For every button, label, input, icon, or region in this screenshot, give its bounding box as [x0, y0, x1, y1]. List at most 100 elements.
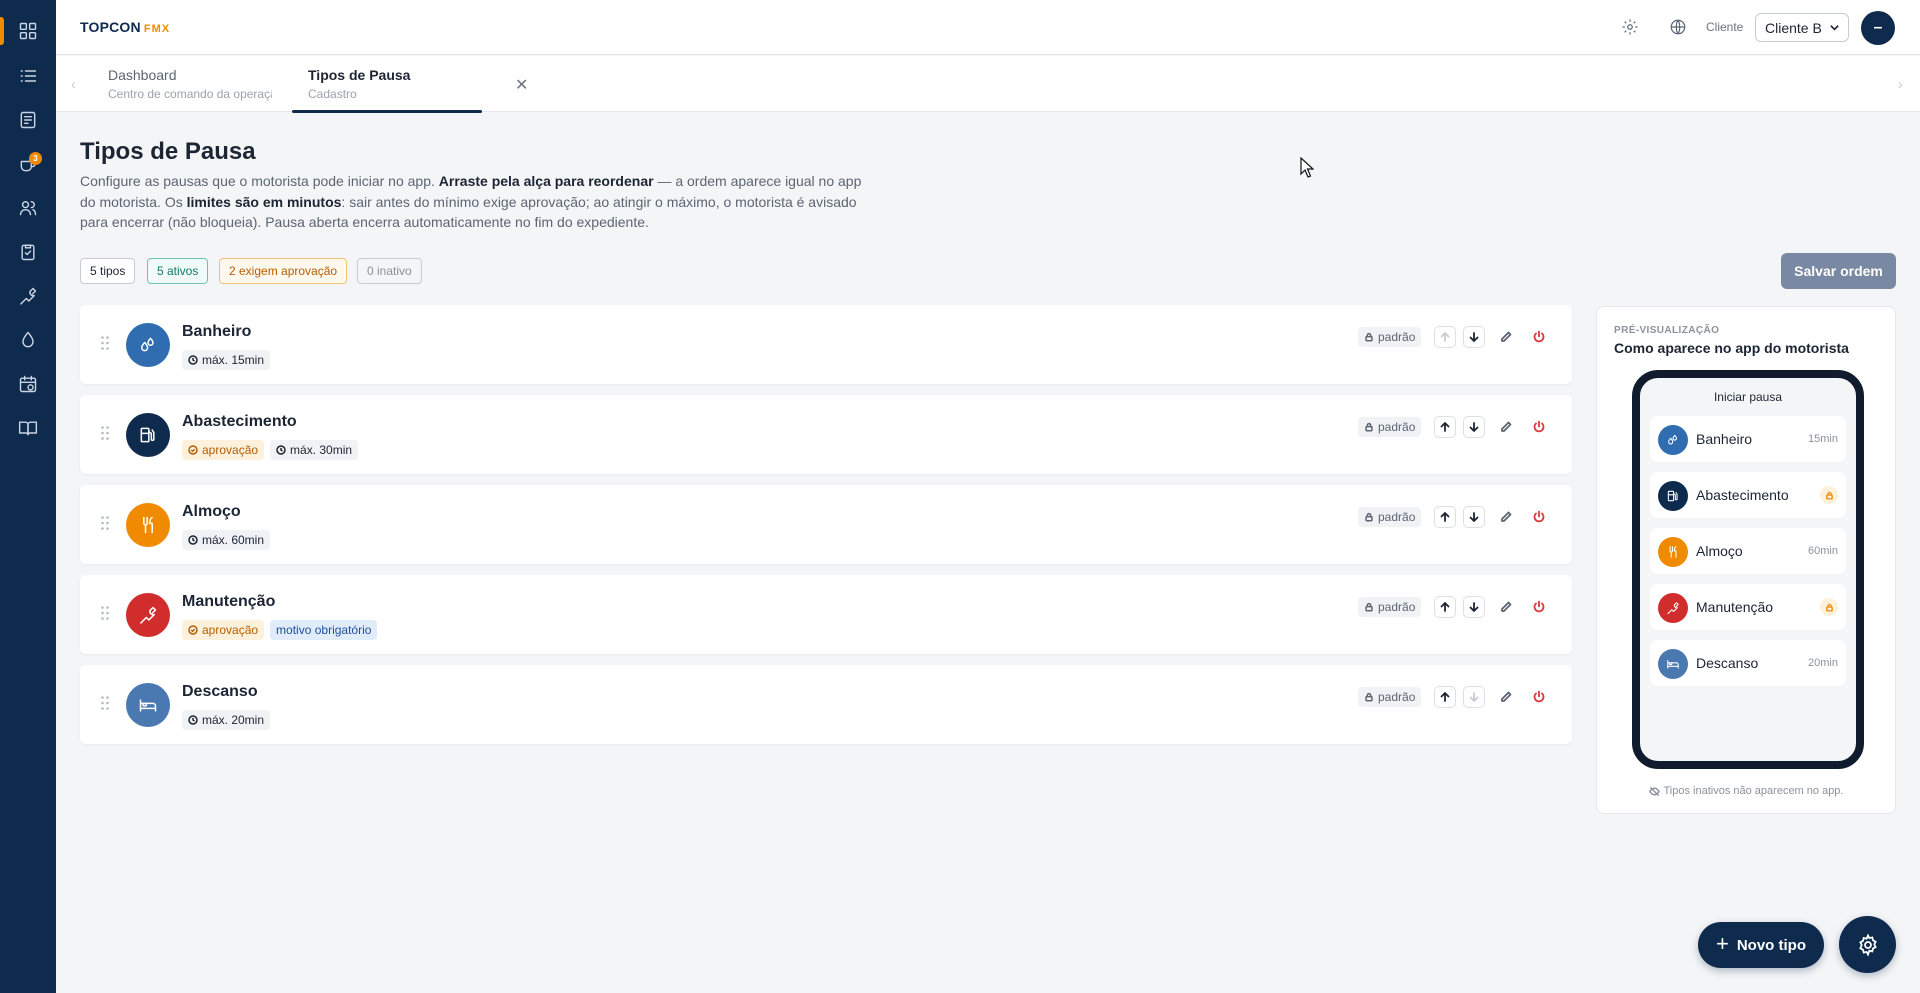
sidebar-item-users[interactable] [0, 186, 56, 230]
eye-off-icon [1648, 786, 1660, 796]
phone-item-name: Abastecimento [1696, 487, 1789, 503]
preview-note: Tipos inativos não aparecem no app. [1597, 785, 1895, 797]
edit-button[interactable] [1495, 416, 1517, 438]
new-type-button[interactable]: + Novo tipo [1698, 922, 1824, 968]
logo[interactable]: TOPCON FMX [80, 19, 170, 35]
move-down-button[interactable] [1463, 506, 1485, 528]
phone-item-name: Banheiro [1696, 431, 1753, 447]
tab-dashboard[interactable]: Dashboard Centro de comando da operaçã [92, 56, 286, 112]
arrow-down-icon [1469, 332, 1479, 342]
sidebar-item-checklist[interactable] [0, 230, 56, 274]
check-circle-icon [188, 625, 198, 635]
chevron-down-icon [1830, 25, 1839, 31]
move-up-button[interactable] [1434, 416, 1456, 438]
arrow-down-icon [1469, 512, 1479, 522]
avatar[interactable]: – [1861, 11, 1895, 45]
tab-scroll-right-icon[interactable]: › [1898, 76, 1903, 92]
pause-name: Almoço [182, 503, 241, 520]
arrow-up-icon [1440, 602, 1450, 612]
sidebar-item-schedule[interactable] [0, 362, 56, 406]
bed-icon [126, 683, 170, 727]
deactivate-button[interactable] [1528, 686, 1550, 708]
pause-name: Abastecimento [182, 413, 297, 430]
arrow-up-icon [1440, 422, 1450, 432]
phone-pause-item: Manutenção [1650, 584, 1846, 630]
tab-subtitle: Centro de comando da operaçã [108, 87, 272, 101]
mouse-cursor-icon [1300, 157, 1314, 178]
max-duration-tag: máx. 30min [270, 440, 359, 460]
lock-icon [1365, 692, 1373, 702]
phone-item-duration: 20min [1808, 657, 1838, 669]
phone-pause-item: Descanso 20min [1650, 640, 1846, 686]
tab-bar: ‹ Dashboard Centro de comando da operaçã… [56, 56, 1920, 113]
tab-tipos-de-pausa[interactable]: Tipos de Pausa Cadastro [292, 56, 482, 113]
drag-handle-icon[interactable] [100, 695, 110, 711]
move-down-button[interactable] [1463, 686, 1485, 708]
move-down-button[interactable] [1463, 596, 1485, 618]
reason-required-tag: motivo obrigatório [270, 620, 378, 640]
edit-button[interactable] [1495, 686, 1517, 708]
pause-type-row: Manutenção aprovação motivo obrigatório … [80, 575, 1572, 654]
lock-icon [1365, 332, 1373, 342]
wrench-icon [126, 593, 170, 637]
sidebar-item-dashboard[interactable] [0, 9, 56, 53]
deactivate-button[interactable] [1528, 506, 1550, 528]
approval-tag: aprovação [182, 620, 265, 640]
drag-handle-icon[interactable] [100, 605, 110, 621]
users-icon [19, 201, 37, 216]
chip-active-types: 5 ativos [147, 258, 209, 284]
drag-handle-icon[interactable] [100, 425, 110, 441]
move-up-button[interactable] [1434, 596, 1456, 618]
sidebar-item-maintenance[interactable] [0, 274, 56, 318]
power-icon [1533, 600, 1545, 613]
globe-icon[interactable] [1667, 16, 1689, 38]
sidebar-item-docs[interactable] [0, 406, 56, 450]
utensils-icon [1658, 537, 1688, 567]
move-up-button[interactable] [1434, 506, 1456, 528]
deactivate-button[interactable] [1528, 596, 1550, 618]
close-icon[interactable]: ✕ [515, 75, 528, 95]
save-order-button[interactable]: Salvar ordem [1781, 253, 1896, 289]
wrench-icon [1658, 593, 1688, 623]
phone-item-name: Descanso [1696, 655, 1759, 671]
pause-name: Manutenção [182, 593, 276, 610]
chip-total-types: 5 tipos [80, 258, 136, 284]
sidebar-item-list[interactable] [0, 54, 56, 98]
sidebar-item-reports[interactable] [0, 98, 56, 142]
default-badge: padrão [1358, 507, 1422, 527]
chip-approval-types: 2 exigem aprovação [219, 258, 348, 284]
cliente-select-value: Cliente B [1765, 19, 1822, 36]
settings-fab[interactable] [1839, 916, 1896, 973]
arrow-up-icon [1440, 512, 1450, 522]
plus-icon: + [1715, 931, 1729, 956]
lock-icon [1820, 486, 1838, 504]
settings-icon[interactable] [1619, 16, 1641, 38]
sidebar-item-fuel[interactable] [0, 318, 56, 362]
deactivate-button[interactable] [1528, 416, 1550, 438]
drag-handle-icon[interactable] [100, 515, 110, 531]
cliente-select[interactable]: Cliente B [1755, 13, 1849, 42]
arrow-down-icon [1469, 692, 1479, 702]
power-icon [1533, 330, 1545, 343]
gear-icon [1858, 932, 1877, 957]
pause-name: Descanso [182, 683, 258, 700]
sidebar-item-pauses[interactable]: 3 [0, 142, 56, 186]
default-badge: padrão [1358, 687, 1422, 707]
sidebar: 3 [0, 0, 56, 993]
edit-button[interactable] [1495, 326, 1517, 348]
list-icon [20, 70, 37, 82]
utensils-icon [126, 503, 170, 547]
move-up-button[interactable] [1434, 686, 1456, 708]
edit-button[interactable] [1495, 506, 1517, 528]
deactivate-button[interactable] [1528, 326, 1550, 348]
phone-mockup: Iniciar pausa Banheiro 15min Abastecimen… [1632, 370, 1864, 769]
move-up-button[interactable] [1434, 326, 1456, 348]
drag-handle-icon[interactable] [100, 335, 110, 351]
pencil-icon [1501, 331, 1512, 342]
tab-scroll-left-icon[interactable]: ‹ [71, 76, 76, 92]
default-badge: padrão [1358, 597, 1422, 617]
move-down-button[interactable] [1463, 416, 1485, 438]
edit-button[interactable] [1495, 596, 1517, 618]
calendar-clock-icon [19, 375, 37, 393]
move-down-button[interactable] [1463, 326, 1485, 348]
